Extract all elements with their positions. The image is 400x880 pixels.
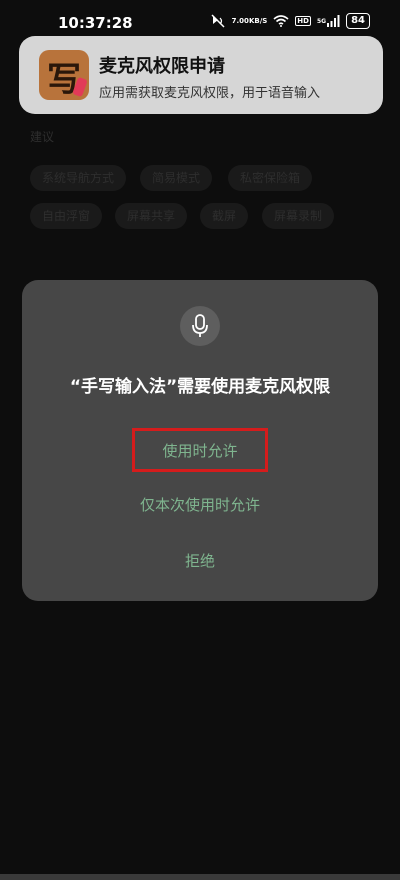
suggestion-chip: 系统导航方式	[30, 165, 127, 191]
permission-dialog: “手写输入法”需要使用麦克风权限 使用时允许 仅本次使用时允许 拒绝	[22, 280, 378, 601]
wifi-icon	[273, 15, 289, 27]
navigation-bar	[0, 874, 400, 880]
notification-title: 麦克风权限申请	[99, 56, 225, 77]
status-icons: 7.00 KB/S HD 5G 84	[210, 10, 370, 32]
signal-icon: 5G	[317, 15, 340, 27]
suggestion-chip: 自由浮窗	[30, 203, 103, 229]
suggestion-chip: 屏幕共享	[115, 203, 188, 229]
allow-while-using-button[interactable]: 使用时允许	[132, 428, 268, 472]
mute-icon	[210, 14, 226, 28]
net-speed-unit: KB/S	[248, 16, 268, 25]
status-bar: 10:37:28 7.00 KB/S HD 5G 84	[0, 0, 400, 40]
notification-text: 应用需获取麦克风权限，用于语音输入	[99, 86, 321, 101]
suggestions-label: 建议	[30, 130, 55, 144]
net-speed: 7.00 KB/S	[231, 16, 268, 25]
microphone-icon	[180, 306, 220, 346]
allow-while-using-label: 使用时允许	[162, 441, 238, 460]
battery-icon: 84	[346, 13, 370, 29]
deny-button[interactable]: 拒绝	[22, 550, 378, 571]
suggestion-chip: 屏幕录制	[262, 203, 335, 229]
allow-once-button[interactable]: 仅本次使用时允许	[22, 494, 378, 515]
suggestion-chip: 私密保险箱	[228, 165, 313, 191]
hd-icon: HD	[295, 16, 311, 26]
suggestion-chip: 截屏	[200, 203, 249, 229]
suggestion-chip: 简易模式	[140, 165, 213, 191]
signal-label: 5G	[316, 17, 327, 25]
dialog-title: “手写输入法”需要使用麦克风权限	[69, 377, 331, 397]
permission-notification[interactable]: 写 麦克风权限申请 应用需获取麦克风权限，用于语音输入	[19, 36, 383, 114]
status-time: 10:37:28	[58, 14, 133, 32]
app-icon: 写	[39, 50, 89, 100]
net-speed-value: 7.00	[231, 16, 249, 25]
